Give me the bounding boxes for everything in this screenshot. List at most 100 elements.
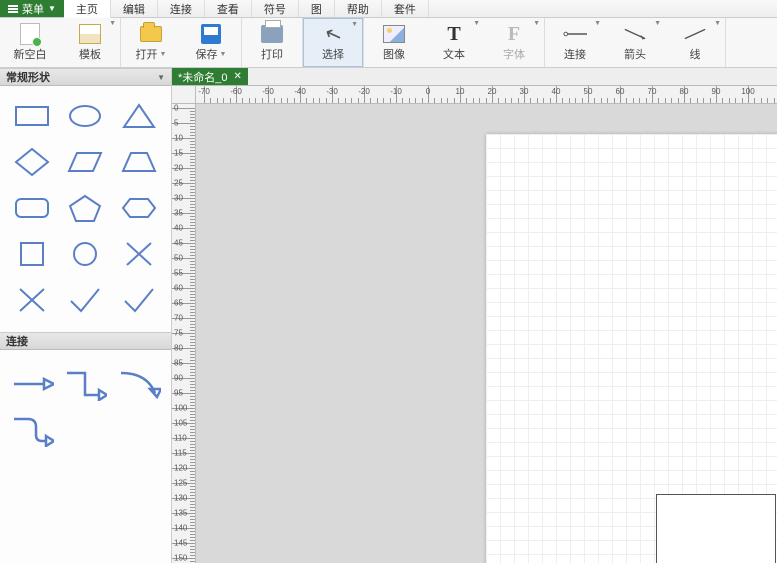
shape-ellipse[interactable] <box>62 96 110 136</box>
connector-curve-arrow[interactable] <box>115 364 163 404</box>
shape-parallelogram[interactable] <box>62 142 110 182</box>
ribbon-label: 字体 <box>503 46 525 62</box>
connect-icon <box>563 23 587 45</box>
shapes-grid <box>0 86 171 332</box>
text-icon: T <box>447 23 460 46</box>
new-blank-icon <box>20 23 40 45</box>
ribbon-label: 模板 <box>79 46 101 62</box>
template-icon <box>79 24 101 44</box>
connect-tool-button[interactable]: ▼ 连接 <box>545 18 605 67</box>
document-tab[interactable]: *未命名_0 ✕ <box>172 68 248 85</box>
chevron-down-icon: ▼ <box>594 20 601 27</box>
tab-label: 主页 <box>76 1 98 17</box>
shape-pentagon[interactable] <box>62 188 110 228</box>
connectors-grid <box>0 350 171 464</box>
connector-rounded-elbow[interactable] <box>8 410 56 450</box>
tab-connect[interactable]: 连接 <box>158 0 205 17</box>
new-blank-button[interactable]: 新空白 <box>0 18 60 67</box>
ribbon-label: 打开 <box>136 46 158 62</box>
arrow-icon <box>623 23 647 45</box>
tab-label: 图 <box>311 1 322 17</box>
shape-check-thin[interactable] <box>62 280 110 320</box>
open-button[interactable]: 打开▼ <box>121 18 181 67</box>
ruler-corner <box>172 86 196 104</box>
cursor-icon: ↖ <box>321 19 345 48</box>
chevron-down-icon: ▼ <box>160 51 167 58</box>
connectors-panel-header[interactable]: 连接 <box>0 332 171 350</box>
shape-circle[interactable] <box>62 234 110 274</box>
line-tool-button[interactable]: ▼线 <box>665 18 725 67</box>
tab-label: 帮助 <box>347 1 369 17</box>
horizontal-ruler[interactable]: -70-60-50-40-30-20-100102030405060708090… <box>196 86 777 104</box>
chevron-down-icon: ▼ <box>533 20 540 27</box>
ribbon-label: 箭头 <box>624 46 646 62</box>
ribbon-label: 连接 <box>564 46 586 62</box>
tab-label: 查看 <box>217 1 239 17</box>
shape-diamond[interactable] <box>8 142 56 182</box>
tab-label: 套件 <box>394 1 416 17</box>
tab-label: 连接 <box>170 1 192 17</box>
menubar: 菜单 ▼ 主页 编辑 连接 查看 符号 图 帮助 套件 <box>0 0 777 18</box>
shapes-panel-header[interactable]: 常规形状 ▼ <box>0 68 171 86</box>
panel-title: 连接 <box>6 333 28 349</box>
chevron-down-icon: ▼ <box>48 4 56 13</box>
chevron-down-icon: ▼ <box>654 20 661 27</box>
tab-edit[interactable]: 编辑 <box>111 0 158 17</box>
shape-cross-thin[interactable] <box>115 234 163 274</box>
image-icon <box>383 25 405 43</box>
font-button[interactable]: ▼ F字体 <box>484 18 544 67</box>
main-menu-button[interactable]: 菜单 ▼ <box>0 0 64 17</box>
select-tool-button[interactable]: ▼ ↖选择 <box>303 18 363 67</box>
tab-suite[interactable]: 套件 <box>382 0 429 17</box>
ribbon-label: 线 <box>690 46 701 62</box>
connector-straight-arrow[interactable] <box>8 364 56 404</box>
image-button[interactable]: 图像 <box>364 18 424 67</box>
main-menu-label: 菜单 <box>22 1 44 17</box>
shape-object-rectangle[interactable] <box>656 494 776 563</box>
ribbon-label: 选择 <box>322 46 344 62</box>
font-icon: F <box>508 23 520 46</box>
tab-symbol[interactable]: 符号 <box>252 0 299 17</box>
vertical-ruler[interactable]: 0510152025303540455055606570758085909510… <box>172 104 196 563</box>
save-button[interactable]: 保存▼ <box>181 18 241 67</box>
template-button[interactable]: ▼模板 <box>60 18 120 67</box>
save-icon <box>201 24 221 44</box>
shape-trapezoid[interactable] <box>115 142 163 182</box>
canvas[interactable] <box>196 104 777 563</box>
close-icon[interactable]: ✕ <box>234 71 242 82</box>
chevron-down-icon: ▼ <box>351 21 358 28</box>
chevron-down-icon: ▼ <box>473 20 480 27</box>
shape-cross-bold[interactable] <box>8 280 56 320</box>
ribbon-toolbar: 新空白 ▼模板 打开▼ 保存▼ 打印 ▼↖选择 图像 ▼T文本 ▼F字体 ▼连接… <box>0 18 777 68</box>
ribbon-label: 保存 <box>196 46 218 62</box>
connector-elbow-arrow[interactable] <box>62 364 110 404</box>
document-tabs: *未命名_0 ✕ <box>172 68 777 86</box>
shape-hexagon[interactable] <box>115 188 163 228</box>
text-button[interactable]: ▼ T文本 <box>424 18 484 67</box>
shape-triangle[interactable] <box>115 96 163 136</box>
ribbon-label: 图像 <box>383 46 405 62</box>
tab-label: 符号 <box>264 1 286 17</box>
tab-home[interactable]: 主页 <box>64 0 111 18</box>
ribbon-label: 文本 <box>443 46 465 62</box>
shape-square[interactable] <box>8 234 56 274</box>
hamburger-icon <box>8 5 18 13</box>
tab-help[interactable]: 帮助 <box>335 0 382 17</box>
tab-diagram[interactable]: 图 <box>299 0 335 17</box>
ribbon-label: 打印 <box>261 46 283 62</box>
shapes-sidebar: 常规形状 ▼ 连接 <box>0 68 172 563</box>
print-button[interactable]: 打印 <box>242 18 302 67</box>
tab-label: 编辑 <box>123 1 145 17</box>
shape-rectangle[interactable] <box>8 96 56 136</box>
panel-title: 常规形状 <box>6 69 50 85</box>
shape-rounded-rect[interactable] <box>8 188 56 228</box>
tab-view[interactable]: 查看 <box>205 0 252 17</box>
chevron-down-icon: ▼ <box>157 73 165 82</box>
shape-check-bold[interactable] <box>115 280 163 320</box>
ribbon-label: 新空白 <box>14 46 47 62</box>
document-tab-label: *未命名_0 <box>178 69 228 85</box>
line-icon <box>683 23 707 45</box>
folder-open-icon <box>140 26 162 42</box>
chevron-down-icon: ▼ <box>714 20 721 27</box>
arrow-tool-button[interactable]: ▼ 箭头 <box>605 18 665 67</box>
